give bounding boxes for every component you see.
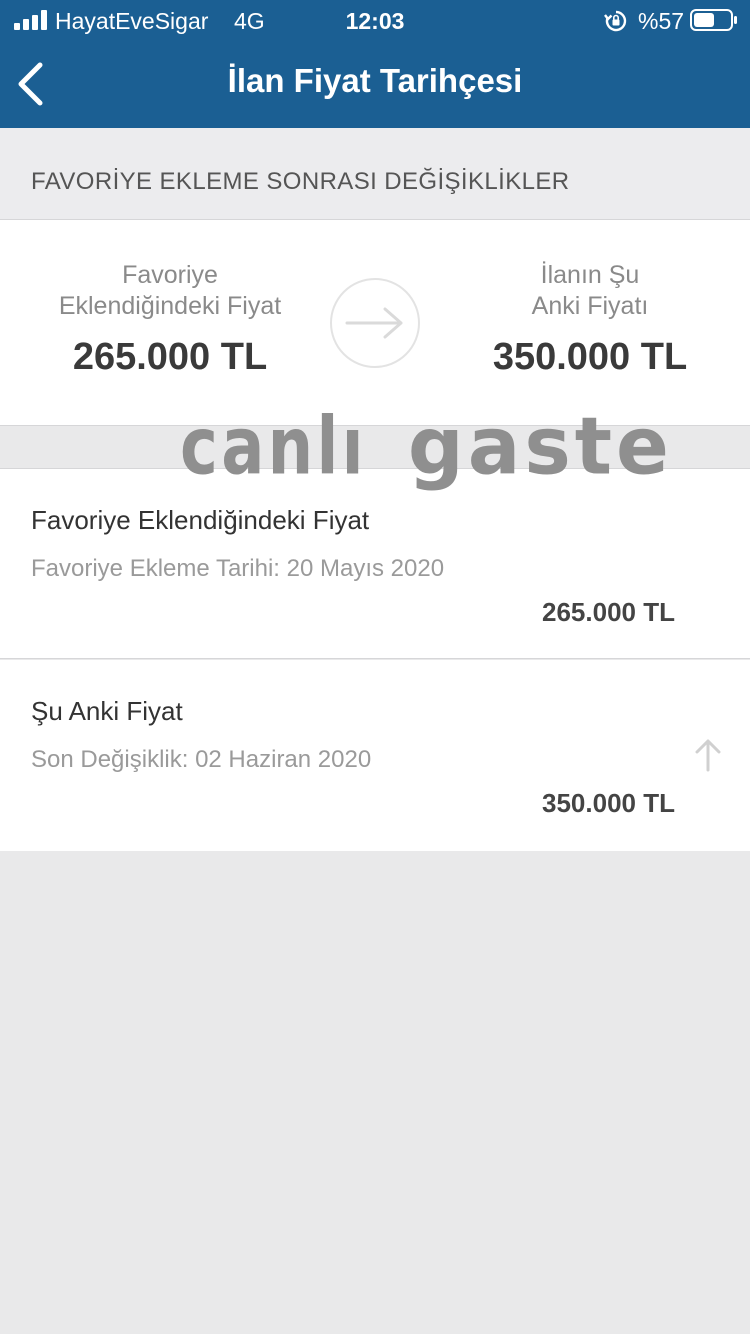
rotation-lock-icon [604,10,627,32]
list-item: Şu Anki Fiyat Son Değişiklik: 02 Haziran… [0,660,750,851]
price-comparison-card: Favoriye Eklendiğindeki Fiyat 265.000 TL… [0,220,750,426]
battery-icon [690,9,737,31]
favorite-price-label-line1: Favoriye [122,261,218,289]
history-item-title: Şu Anki Fiyat [31,696,183,726]
current-price-value: 350.000 TL [492,336,688,378]
history-item-date: Favoriye Ekleme Tarihi: 20 Mayıs 2020 [31,555,445,582]
favorite-price-value: 265.000 TL [72,336,268,378]
history-item-price: 265.000 TL [542,597,675,627]
arrow-up-icon [695,739,721,772]
comparison-arrow [330,278,420,368]
history-item-price: 350.000 TL [542,788,675,818]
page-title: İlan Fiyat Tarihçesi [227,62,523,99]
current-price-label-line2: Anki Fiyatı [531,292,649,320]
current-price-summary: İlanın Şu Anki Fiyatı 350.000 TL [440,260,740,379]
section-heading: FAVORİYE EKLEME SONRASI DEĞİŞİKLİKLER [31,168,570,195]
navigation-bar: HayatEveSigar 4G 12:03 %57 İlan Fiyat Ta… [0,0,750,128]
favorite-price-label-line2: Eklendiğindeki Fiyat [58,292,282,320]
favorite-price-summary: Favoriye Eklendiğindeki Fiyat 265.000 TL [20,260,320,379]
history-item-date: Son Değişiklik: 02 Haziran 2020 [31,746,372,773]
list-item: Favoriye Eklendiğindeki Fiyat Favoriye E… [0,468,750,659]
status-bar: HayatEveSigar 4G 12:03 %57 [0,0,750,40]
history-item-title: Favoriye Eklendiğindeki Fiyat [31,505,370,535]
section-header: FAVORİYE EKLEME SONRASI DEĞİŞİKLİKLER [0,128,750,220]
arrow-right-icon [345,307,403,339]
battery-percentage: %57 [638,8,685,34]
current-price-label-line1: İlanın Şu [540,261,640,289]
